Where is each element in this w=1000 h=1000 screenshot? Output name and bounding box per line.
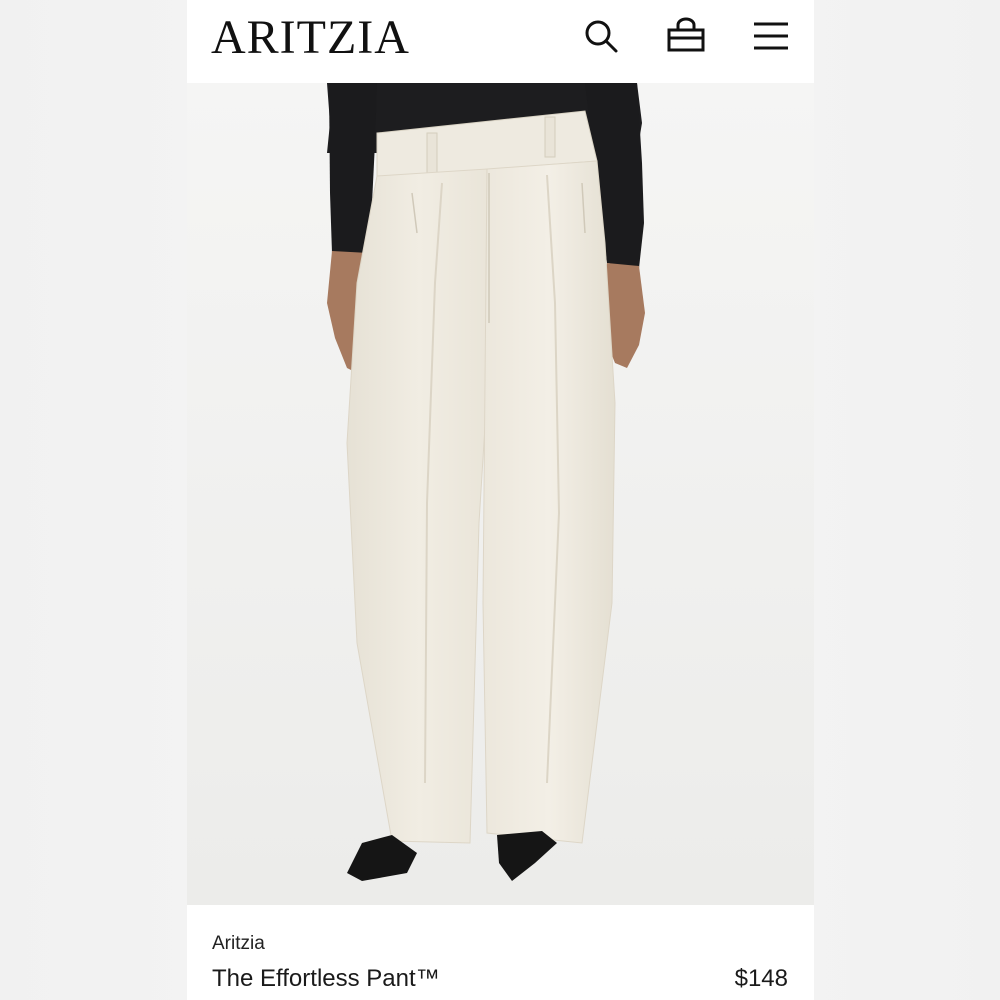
product-name[interactable]: The Effortless Pant™ (212, 965, 440, 993)
bag-icon[interactable] (666, 16, 706, 56)
brand-name[interactable]: Aritzia (212, 933, 265, 955)
search-icon[interactable] (581, 16, 621, 56)
mobile-screen: ARITZIA Aritzia The Effortless Pant™ $14… (187, 0, 814, 1000)
menu-icon[interactable] (751, 16, 791, 56)
product-info: Aritzia The Effortless Pant™ $148 (187, 905, 814, 1000)
site-header: ARITZIA (187, 0, 814, 83)
product-photo[interactable] (187, 83, 814, 905)
product-price: $148 (734, 965, 788, 992)
aritzia-logo[interactable]: ARITZIA (211, 10, 410, 66)
